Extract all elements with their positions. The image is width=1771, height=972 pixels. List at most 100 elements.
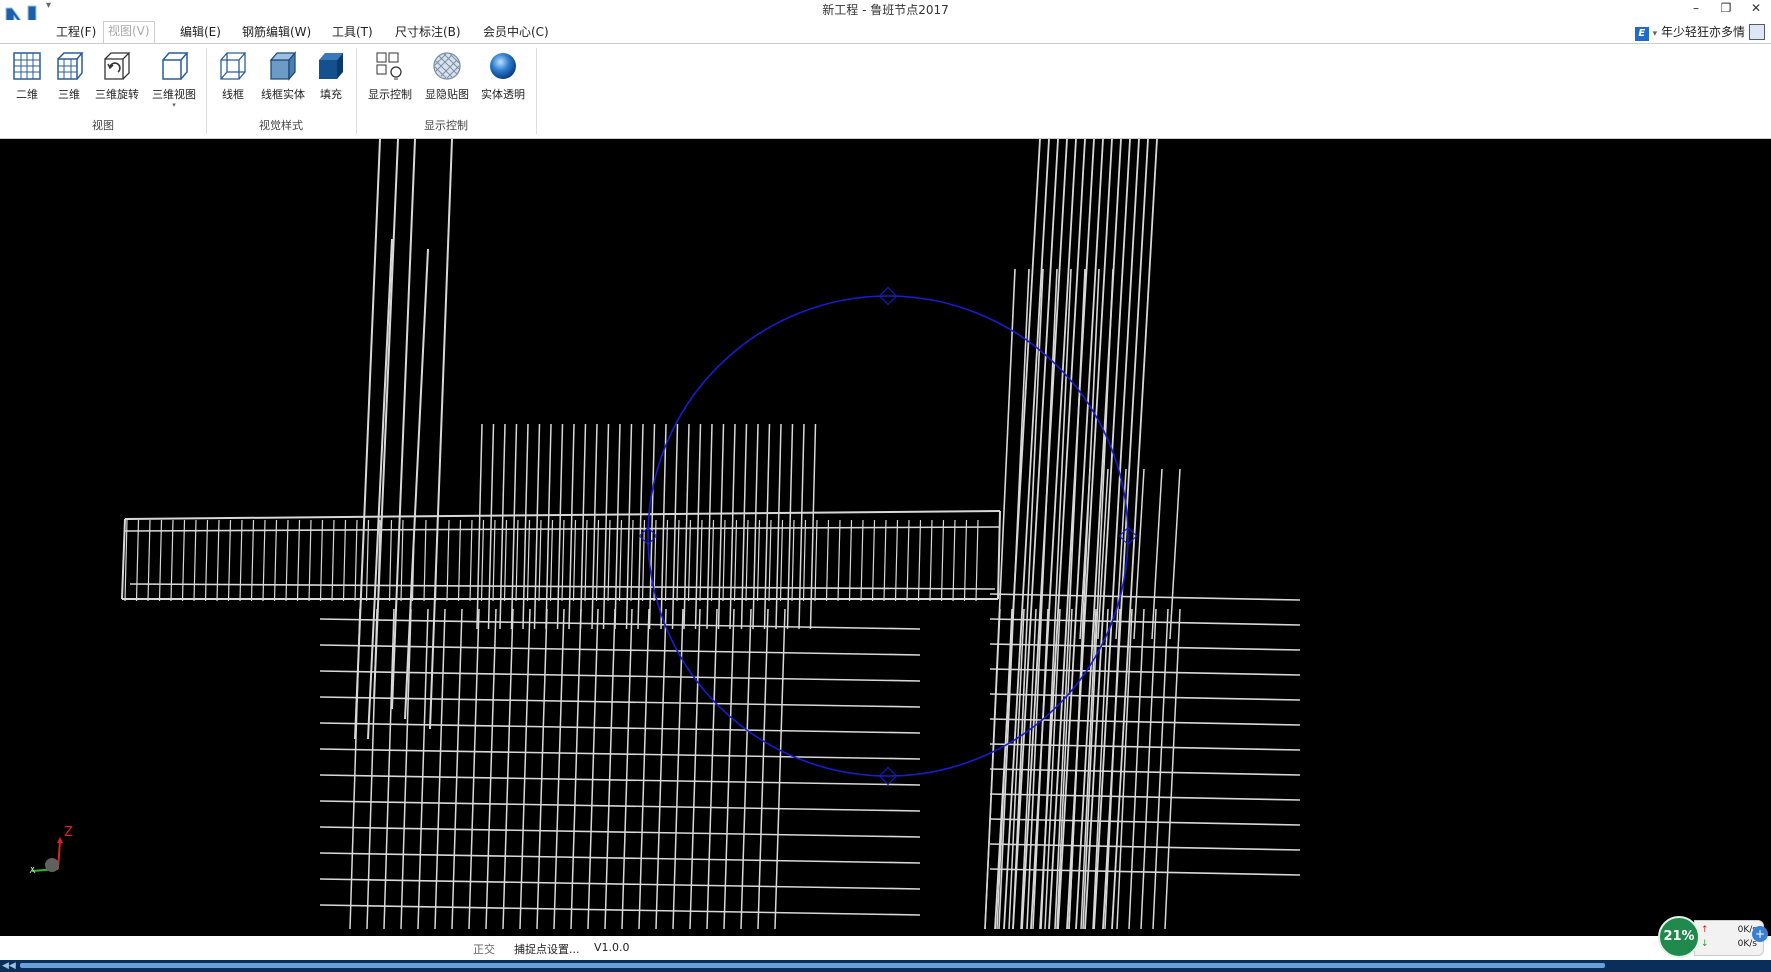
horizontal-scrollbar[interactable]: ◀◀ [0,960,1771,972]
stirrup [480,519,485,602]
stirrup [538,519,542,602]
btn-solid-transparent[interactable]: 实体透明 [478,50,528,102]
stirrup [158,519,163,602]
mesh-bar [319,904,921,916]
stirrup [342,519,347,602]
stirrup [687,519,692,602]
btn-fill-label: 填充 [320,88,342,101]
btn-toggle-texture[interactable]: 显隐贴图 [422,50,472,102]
cube-view-icon [158,50,190,82]
mesh-bar [638,608,650,930]
network-monitor[interactable]: ↑ 0K/s ↓ 0K/s 21% + [1658,914,1768,958]
upload-arrow-icon: ↑ [1701,925,1709,935]
stirrup [618,519,623,602]
close-button[interactable]: ✕ [1742,0,1770,16]
restore-button[interactable]: ❐ [1712,0,1740,16]
stirrup [802,519,807,602]
stirrup [676,519,680,602]
mesh-bar [319,852,921,864]
shaded-wire-cube-icon [267,50,299,82]
stirrup [561,519,565,602]
mesh-bar [757,608,769,930]
ortho-toggle[interactable]: 正交 [473,941,495,957]
tab-project[interactable]: 工程(F) [52,23,100,41]
download-arrow-icon: ↓ [1701,939,1709,949]
mesh-bar [319,670,921,682]
stirrup [193,519,197,602]
user-area[interactable]: E ▾ 年少轻狂亦多情 [1634,23,1745,41]
stirrup [469,519,473,602]
scroll-thumb[interactable] [20,963,1605,968]
btn-3d-label: 三维 [58,88,80,101]
grid-3d-icon [53,50,85,82]
tab-rebar-edit[interactable]: 钢筋编辑(W) [238,23,315,41]
tab-edit[interactable]: 编辑(E) [176,23,225,41]
user-dropdown-icon[interactable]: ▾ [1653,29,1658,39]
stirrup [630,519,634,602]
rebar-model-canvas[interactable] [0,139,1771,936]
mesh-bar [621,608,633,930]
mesh-bar [570,608,582,930]
mesh-bar [319,878,921,890]
boost-icon[interactable]: + [1752,926,1768,942]
btn-display-control[interactable]: 显示控制 [366,50,414,102]
column-bar [367,238,393,740]
stirrup [607,519,611,602]
stirrup [262,519,266,602]
stirrup [503,519,508,602]
stirrup [365,519,370,602]
stirrup [400,519,404,602]
mesh-bar [1032,608,1049,930]
tab-dimension[interactable]: 尺寸标注(B) [391,23,465,41]
title-bar: ▾ 新工程 - 鲁班节点2017 – ❐ ✕ [0,0,1771,39]
stirrup [526,519,531,602]
btn-fill[interactable]: 填充 [314,50,348,102]
beam-edge [121,518,126,600]
mesh-bar [1140,608,1157,930]
mesh-bar [553,608,565,930]
beam-edge [124,526,1001,532]
tab-view[interactable]: 视图(V) [103,21,155,43]
scroll-left-icon[interactable]: ◀◀ [2,960,16,972]
mesh-bar [349,608,361,930]
btn-3d-view-label: 三维视图 [152,88,196,101]
mesh-bar [319,800,921,812]
group-label-visual-style: 视觉样式 [259,119,303,132]
stirrup [549,519,554,602]
mesh-bar [587,608,599,930]
tab-tools[interactable]: 工具(T) [328,23,377,41]
axis-z-label: Z [64,825,73,840]
btn-wireframe[interactable]: 线框 [216,50,250,102]
btn-3d-view[interactable]: 三维视图 ▾ [150,50,198,109]
mesh-bar [319,748,921,760]
help-icon[interactable] [1749,24,1765,40]
stirrup [181,519,186,602]
btn-wireframe-solid[interactable]: 线框实体 [258,50,308,102]
btn-2d[interactable]: 二维 [10,50,44,102]
vertical-bar [1169,468,1181,640]
tab-member-center[interactable]: 会员中心(C) [479,23,553,41]
chevron-down-icon[interactable]: ▾ [150,102,198,109]
stirrup [779,519,784,602]
stirrup [135,519,140,602]
btn-toggle-texture-label: 显隐贴图 [425,88,469,101]
memory-percent-badge[interactable]: 21% [1658,916,1700,958]
btn-3d[interactable]: 三维 [52,50,86,102]
stirrup [492,519,496,602]
user-name: 年少轻狂亦多情 [1660,25,1745,39]
mesh-bar [989,693,1301,701]
3d-viewport[interactable]: Z [0,139,1771,936]
btn-3d-rotate[interactable]: 三维旋转 [92,50,142,102]
axis-gizmo: Z [26,825,76,879]
stirrup [308,519,312,602]
snap-settings-button[interactable]: 捕捉点设置... [514,941,580,957]
minimize-button[interactable]: – [1682,0,1710,16]
stirrup [664,519,669,602]
mesh-bar [1128,608,1145,930]
group-divider [536,48,537,134]
stirrup [388,519,393,602]
stirrup [699,519,703,602]
mesh-bar [989,768,1301,776]
mesh-bar [706,608,718,930]
stirrup [170,519,174,602]
